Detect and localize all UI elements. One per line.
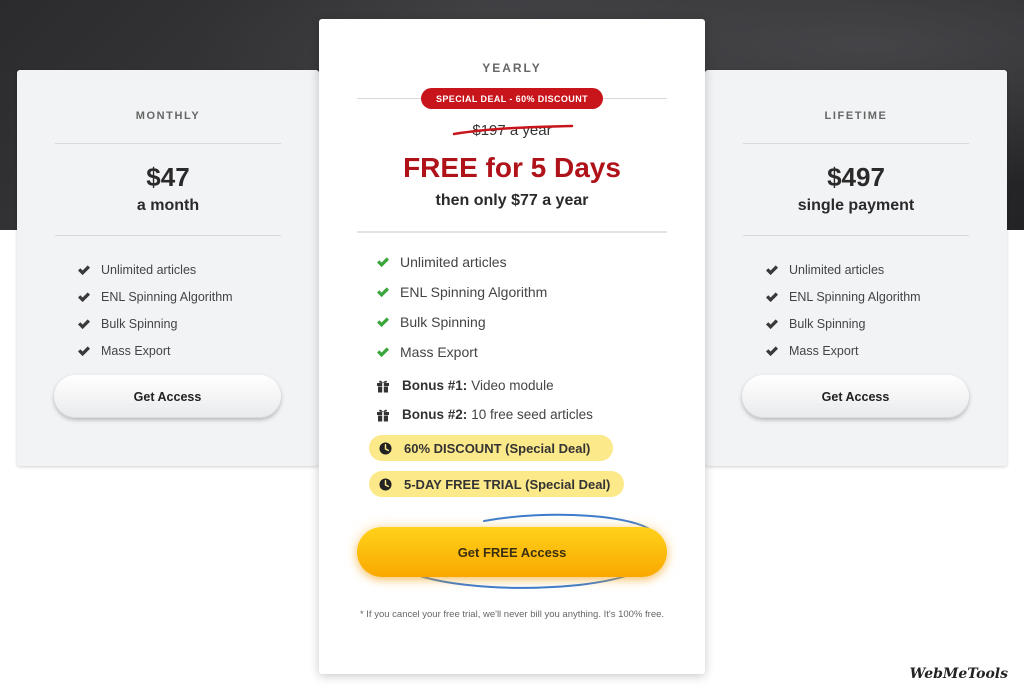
feature-list: Unlimited articles ENL Spinning Algorith… xyxy=(376,247,547,367)
plan-subline: then only $77 a year xyxy=(435,192,589,209)
feature-label: Mass Export xyxy=(101,343,171,358)
check-icon xyxy=(77,317,91,331)
check-icon xyxy=(765,344,779,358)
pricing-card-monthly: MONTHLY $47 a month Unlimited articles E… xyxy=(17,70,319,466)
feature-item: Mass Export xyxy=(77,337,233,364)
highlight-label: 5-DAY FREE TRIAL (Special Deal) xyxy=(404,476,611,492)
feature-label: Bulk Spinning xyxy=(789,316,866,331)
gift-icon xyxy=(377,409,389,421)
divider xyxy=(55,235,281,236)
feature-item: Bulk Spinning xyxy=(376,307,547,337)
feature-item: Unlimited articles xyxy=(376,247,547,277)
feature-item: Unlimited articles xyxy=(765,256,921,283)
plan-price: $47 xyxy=(146,162,190,192)
plan-period: single payment xyxy=(797,197,915,214)
plan-period: a month xyxy=(136,197,200,214)
feature-item: Bulk Spinning xyxy=(765,310,921,337)
feature-item: Mass Export xyxy=(376,337,547,367)
divider xyxy=(743,143,969,144)
strikethrough-mark xyxy=(452,124,574,136)
feature-label: ENL Spinning Algorithm xyxy=(101,289,233,304)
check-icon xyxy=(376,345,390,359)
feature-label: Bulk Spinning xyxy=(101,316,178,331)
watermark-logo: WebMeTools xyxy=(909,666,1008,682)
gift-icon xyxy=(377,380,389,392)
feature-label: ENL Spinning Algorithm xyxy=(400,284,548,300)
bonus-title: Bonus #2: xyxy=(402,407,468,422)
highlight-discount: 60% DISCOUNT (Special Deal) xyxy=(369,435,613,461)
pricing-card-lifetime: LIFETIME $497 single payment Unlimited a… xyxy=(705,70,1007,466)
plan-name: MONTHLY xyxy=(135,110,201,122)
check-icon xyxy=(77,263,91,277)
check-icon xyxy=(765,317,779,331)
get-access-button-lifetime[interactable]: Get Access xyxy=(742,375,969,418)
bonus-text: 10 free seed articles xyxy=(471,407,593,422)
feature-label: ENL Spinning Algorithm xyxy=(789,289,921,304)
clock-icon xyxy=(379,441,392,455)
feature-label: Unlimited articles xyxy=(101,262,197,277)
feature-label: Mass Export xyxy=(400,344,478,360)
old-price: $197 a year xyxy=(319,122,705,139)
bonus-text: Video module xyxy=(471,378,554,393)
feature-list: Unlimited articles ENL Spinning Algorith… xyxy=(765,256,921,364)
feature-item: ENL Spinning Algorithm xyxy=(77,283,233,310)
feature-item: Unlimited articles xyxy=(77,256,233,283)
bonus-item: Bonus #2: 10 free seed articles xyxy=(376,400,593,429)
divider xyxy=(357,231,667,233)
divider xyxy=(55,143,281,144)
check-icon xyxy=(765,263,779,277)
feature-label: Bulk Spinning xyxy=(400,314,486,330)
clock-icon xyxy=(379,477,392,491)
highlight-free-trial: 5-DAY FREE TRIAL (Special Deal) xyxy=(369,471,624,497)
feature-item: Bulk Spinning xyxy=(77,310,233,337)
bonus-list: Bonus #1: Video module Bonus #2: 10 free… xyxy=(376,371,593,429)
highlight-label: 60% DISCOUNT (Special Deal) xyxy=(404,440,591,456)
check-icon xyxy=(77,290,91,304)
plan-name: YEARLY xyxy=(482,61,542,75)
check-icon xyxy=(376,315,390,329)
get-free-access-button[interactable]: Get FREE Access xyxy=(357,527,667,577)
plan-price: $497 xyxy=(827,162,885,192)
feature-item: Mass Export xyxy=(765,337,921,364)
feature-label: Unlimited articles xyxy=(400,254,507,270)
feature-list: Unlimited articles ENL Spinning Algorith… xyxy=(77,256,233,364)
feature-label: Unlimited articles xyxy=(789,262,885,277)
plan-name: LIFETIME xyxy=(824,110,888,122)
feature-label: Mass Export xyxy=(789,343,859,358)
special-deal-badge: SPECIAL DEAL - 60% DISCOUNT xyxy=(421,88,603,109)
get-access-button-monthly[interactable]: Get Access xyxy=(54,375,281,418)
check-icon xyxy=(77,344,91,358)
cancel-note: * If you cancel your free trial, we'll n… xyxy=(359,609,665,620)
feature-item: ENL Spinning Algorithm xyxy=(376,277,547,307)
divider xyxy=(743,235,969,236)
bonus-title: Bonus #1: xyxy=(402,378,468,393)
check-icon xyxy=(376,285,390,299)
feature-item: ENL Spinning Algorithm xyxy=(765,283,921,310)
pricing-card-yearly: YEARLY SPECIAL DEAL - 60% DISCOUNT $197 … xyxy=(319,19,705,674)
check-icon xyxy=(376,255,390,269)
free-trial-headline: FREE for 5 Days xyxy=(403,152,621,183)
check-icon xyxy=(765,290,779,304)
bonus-item: Bonus #1: Video module xyxy=(376,371,593,400)
